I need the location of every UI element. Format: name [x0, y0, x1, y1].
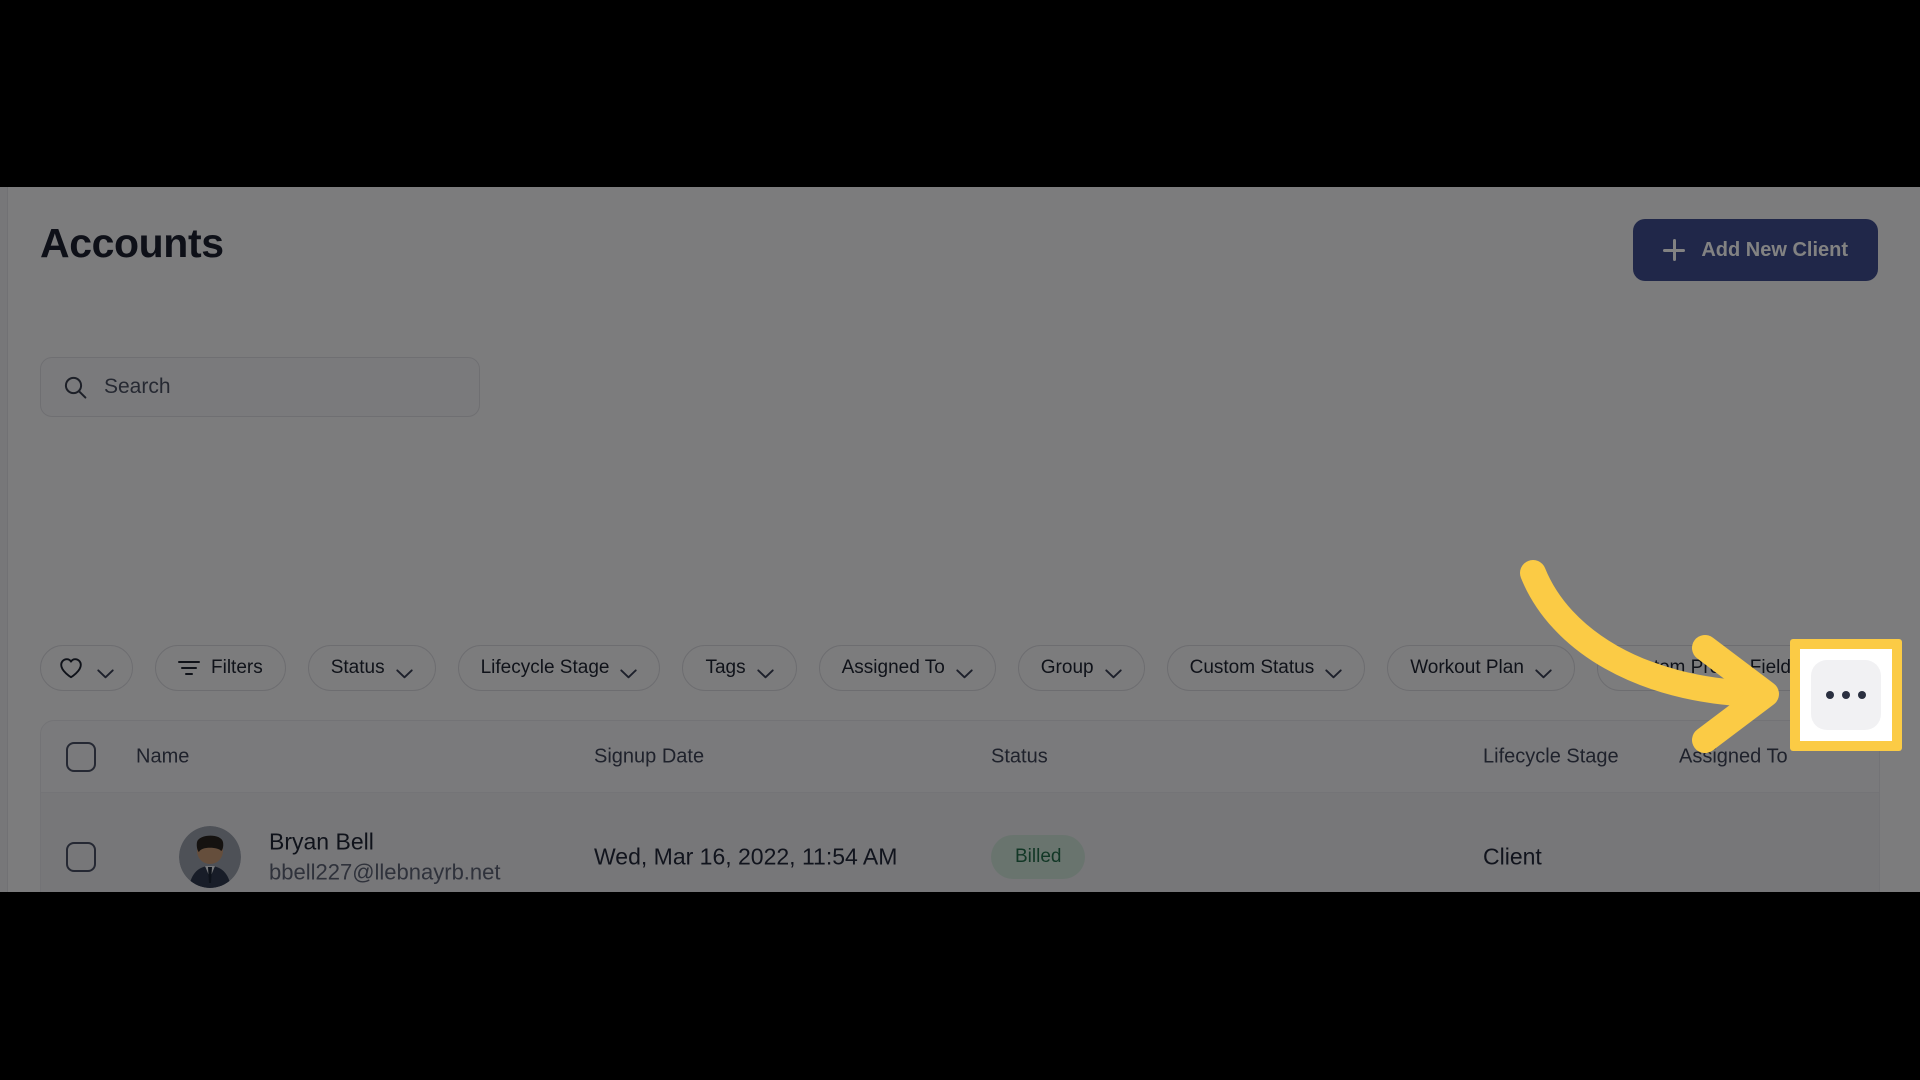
chevron-down-icon [1104, 663, 1122, 679]
chevron-down-icon [1535, 663, 1552, 679]
row-checkbox[interactable] [66, 841, 96, 872]
avatar [179, 825, 241, 888]
chevron-down-icon [756, 663, 774, 679]
column-header-lifecycle-stage[interactable]: Lifecycle Stage [1483, 745, 1619, 768]
add-new-client-button[interactable]: Add New Client [1633, 219, 1878, 281]
ellipsis-icon [1826, 691, 1834, 699]
row-lifecycle-stage: Client [1483, 843, 1542, 869]
filter-chip-favorites[interactable] [40, 645, 133, 691]
page-title: Accounts [40, 220, 224, 266]
ellipsis-icon [1858, 691, 1866, 699]
filter-chip-label: Tags [705, 657, 746, 678]
table-header-row: Name Signup Date Status Lifecycle Stage … [41, 721, 1879, 793]
filter-chip-label: Filters [211, 657, 263, 678]
plus-icon [1663, 239, 1686, 261]
row-signup-date: Wed, Mar 16, 2022, 11:54 AM [594, 843, 898, 869]
accounts-table: Name Signup Date Status Lifecycle Stage … [40, 720, 1880, 892]
column-header-status[interactable]: Status [991, 745, 1048, 768]
row-menu-button-highlighted[interactable] [1811, 660, 1881, 730]
accounts-page: Accounts Add New Client Search Filters S… [0, 187, 1920, 892]
heart-icon [59, 657, 83, 679]
filter-chip-label: Group [1040, 657, 1094, 678]
search-icon [63, 375, 88, 400]
left-rail [0, 187, 8, 892]
search-placeholder: Search [104, 375, 171, 398]
status-badge: Billed [991, 834, 1086, 879]
app-viewport: Accounts Add New Client Search Filters S… [0, 187, 1920, 892]
filter-chip-label: Lifecycle Stage [480, 657, 610, 678]
row-name-block: Bryan Bell bbell227@llebnayrb.net [269, 826, 501, 887]
highlight-box [1790, 639, 1902, 751]
highlight-inner [1800, 649, 1892, 741]
row-name: Bryan Bell [269, 828, 374, 855]
filter-chip-label: Status [330, 657, 385, 678]
chevron-down-icon [1325, 663, 1342, 679]
search-input[interactable]: Search [40, 357, 480, 417]
table-row[interactable]: Bryan Bell bbell227@llebnayrb.net Wed, M… [41, 793, 1879, 892]
chevron-down-icon [395, 663, 413, 679]
row-email: bbell227@llebnayrb.net [269, 859, 501, 885]
select-all-checkbox[interactable] [66, 741, 96, 772]
filter-chip-row: Filters Status Lifecycle Stage Tags Assi… [40, 645, 1842, 691]
filter-chip-assigned-to[interactable]: Assigned To [818, 645, 996, 691]
filter-chip-group[interactable]: Group [1017, 645, 1145, 691]
chevron-down-icon [620, 663, 638, 679]
column-header-signup-date[interactable]: Signup Date [594, 745, 704, 768]
chevron-down-icon [956, 663, 973, 679]
chevron-down-icon [97, 663, 114, 679]
filter-chip-label: Workout Plan [1410, 657, 1524, 678]
filter-chip-tags[interactable]: Tags [682, 645, 797, 691]
ellipsis-icon [1842, 691, 1850, 699]
add-new-client-label: Add New Client [1701, 238, 1848, 261]
filter-chip-custom-status[interactable]: Custom Status [1166, 645, 1366, 691]
filter-chip-filters[interactable]: Filters [155, 645, 286, 691]
filter-chip-label: Custom Status [1189, 657, 1315, 678]
filter-chip-label: Assigned To [841, 657, 945, 678]
screenshot-root: Accounts Add New Client Search Filters S… [0, 0, 1920, 1080]
filter-chip-label: Custom Profile Field [1619, 657, 1791, 678]
filter-chip-workout-plan[interactable]: Workout Plan [1387, 645, 1575, 691]
filter-chip-lifecycle-stage[interactable]: Lifecycle Stage [457, 645, 661, 691]
filter-chip-status[interactable]: Status [307, 645, 436, 691]
column-header-assigned-to[interactable]: Assigned To [1679, 745, 1788, 768]
filter-lines-icon [178, 659, 200, 677]
column-header-name[interactable]: Name [136, 745, 189, 768]
